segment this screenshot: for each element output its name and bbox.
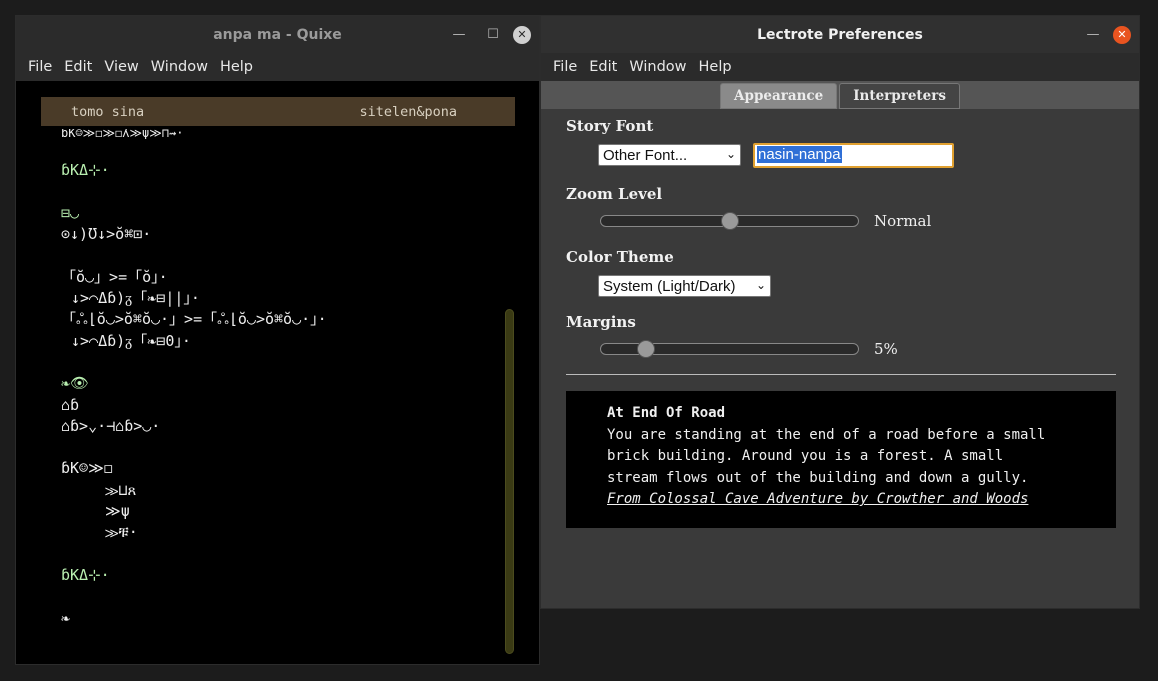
transcript-line: 「ŏ◡」>=「ŏ」· (61, 267, 168, 286)
game-scrollbar[interactable] (505, 309, 514, 654)
prefs-window-title: Lectrote Preferences (757, 26, 923, 43)
transcript-line: ⌂ɓ (61, 395, 80, 414)
close-icon[interactable]: ✕ (1113, 25, 1131, 44)
tab-interpreters[interactable]: Interpreters (839, 83, 960, 109)
transcript-line (61, 245, 501, 266)
menu-window[interactable]: Window (623, 59, 692, 75)
preview-line: stream flows out of the building and dow… (607, 469, 1029, 486)
preview-title: At End Of Road (607, 405, 726, 421)
story-font-label: Story Font (566, 117, 654, 135)
transcript-line: ❧ (61, 608, 71, 627)
transcript-line: ɓKΔ⊹· (61, 565, 110, 584)
divider (566, 374, 1116, 375)
margins-value: 5% (874, 340, 898, 358)
status-score: sitelen&pona (359, 103, 457, 120)
status-location: tomo sina (71, 103, 145, 120)
transcript-line: ≫⊔ጸ (105, 480, 137, 499)
transcript-line (61, 182, 501, 203)
menu-help[interactable]: Help (214, 59, 259, 75)
transcript-line (61, 586, 501, 607)
preview-line: You are standing at the end of a road be… (607, 426, 1046, 443)
zoom-level-label: Zoom Level (566, 185, 663, 203)
menu-file[interactable]: File (22, 59, 58, 75)
transcript-line: ɓK☺≫◻ (61, 459, 113, 478)
menu-file[interactable]: File (547, 59, 583, 75)
transcript-line (61, 139, 501, 160)
transcript-line: ɓK☺≫◻≫◻ʎ≫ψ≫⊓⇝· (61, 129, 184, 139)
minimize-icon[interactable]: — (445, 21, 473, 49)
tab-appearance[interactable]: Appearance (720, 83, 838, 109)
game-output-area[interactable]: tomo sina sitelen&pona ɓK☺≫◻≫◻ʎ≫ψ≫⊓⇝· ɓKΔ… (16, 81, 539, 664)
transcript-line: 「ஃ⌊ŏ◡>ŏ⌘ŏ◡·」>=「ஃ⌊ŏ◡>ŏ⌘ŏ◡·」· (61, 310, 327, 329)
preferences-window: Lectrote Preferences — ✕ File Edit Windo… (540, 15, 1140, 609)
quixe-window-title: anpa ma - Quixe (213, 26, 342, 43)
quixe-window-controls: — ☐ ✕ (445, 16, 531, 53)
prefs-window-controls: — ✕ (1079, 16, 1131, 53)
menu-help[interactable]: Help (693, 59, 738, 75)
preview-line: brick building. Around you is a forest. … (607, 448, 1004, 465)
transcript-line: ↓>⌒Δɓ)ᵹ「❧⊟0」· (71, 331, 191, 350)
maximize-icon[interactable]: ☐ (479, 21, 507, 49)
menu-view[interactable]: View (98, 59, 144, 75)
zoom-slider-thumb[interactable] (721, 212, 739, 230)
prefs-tab-bar: Appearance Interpreters (541, 81, 1139, 109)
font-preview-box: At End Of Road You are standing at the e… (566, 391, 1116, 528)
margins-label: Margins (566, 313, 636, 331)
chevron-down-icon: ⌄ (725, 147, 736, 161)
transcript-line (61, 437, 501, 458)
color-theme-label: Color Theme (566, 248, 674, 266)
quixe-menubar: File Edit View Window Help (16, 53, 539, 81)
status-line: tomo sina sitelen&pona (41, 97, 515, 126)
margins-slider[interactable] (600, 340, 859, 358)
transcript-line: ⌂ɓ>⌄·⊣⌂ɓ>◡· (61, 416, 161, 435)
menu-edit[interactable]: Edit (583, 59, 623, 75)
font-family-select[interactable]: Other Font... ⌄ (598, 144, 741, 166)
font-family-select-value: Other Font... (603, 146, 688, 164)
transcript-line: ɓKΔ⊹· (61, 161, 110, 180)
transcript-line: ≫ψ (105, 502, 130, 521)
zoom-level-value: Normal (874, 212, 932, 230)
minimize-icon[interactable]: — (1079, 21, 1107, 49)
transcript-line: ≫ቹ· (105, 523, 138, 542)
transcript-line: ↓>⌒Δɓ)ᵹ「❧⊟||」· (71, 289, 200, 308)
preview-source: From Colossal Cave Adventure by Crowther… (607, 491, 1029, 508)
close-icon[interactable]: ✕ (513, 25, 531, 44)
color-theme-select-value: System (Light/Dark) (603, 277, 736, 295)
font-name-input-value: nasin-nanpa (757, 146, 842, 163)
transcript-line (61, 352, 501, 373)
menu-edit[interactable]: Edit (58, 59, 98, 75)
zoom-level-slider[interactable] (600, 212, 859, 230)
game-transcript: ɓK☺≫◻≫◻ʎ≫ψ≫⊓⇝· ɓKΔ⊹· ⊟◡ ⊙↓)Ʊ↓>ŏ⌘⊡· 「ŏ◡」>=「ŏ」… (61, 129, 501, 629)
transcript-line: ⊙↓)Ʊ↓>ŏ⌘⊡· (61, 225, 152, 244)
transcript-line: ❧👁 (61, 374, 90, 393)
quixe-window: anpa ma - Quixe — ☐ ✕ File Edit View Win… (15, 15, 540, 665)
prefs-menubar: File Edit Window Help (541, 53, 1139, 81)
color-theme-select[interactable]: System (Light/Dark) ⌄ (598, 275, 771, 297)
margins-slider-thumb[interactable] (637, 340, 655, 358)
font-name-input[interactable]: nasin-nanpa (753, 143, 954, 168)
prefs-titlebar[interactable]: Lectrote Preferences — ✕ (541, 16, 1139, 53)
transcript-line (61, 544, 501, 565)
quixe-titlebar[interactable]: anpa ma - Quixe — ☐ ✕ (16, 16, 539, 53)
chevron-down-icon: ⌄ (755, 278, 766, 292)
menu-window[interactable]: Window (145, 59, 214, 75)
transcript-line: ⊟◡ (61, 203, 80, 222)
